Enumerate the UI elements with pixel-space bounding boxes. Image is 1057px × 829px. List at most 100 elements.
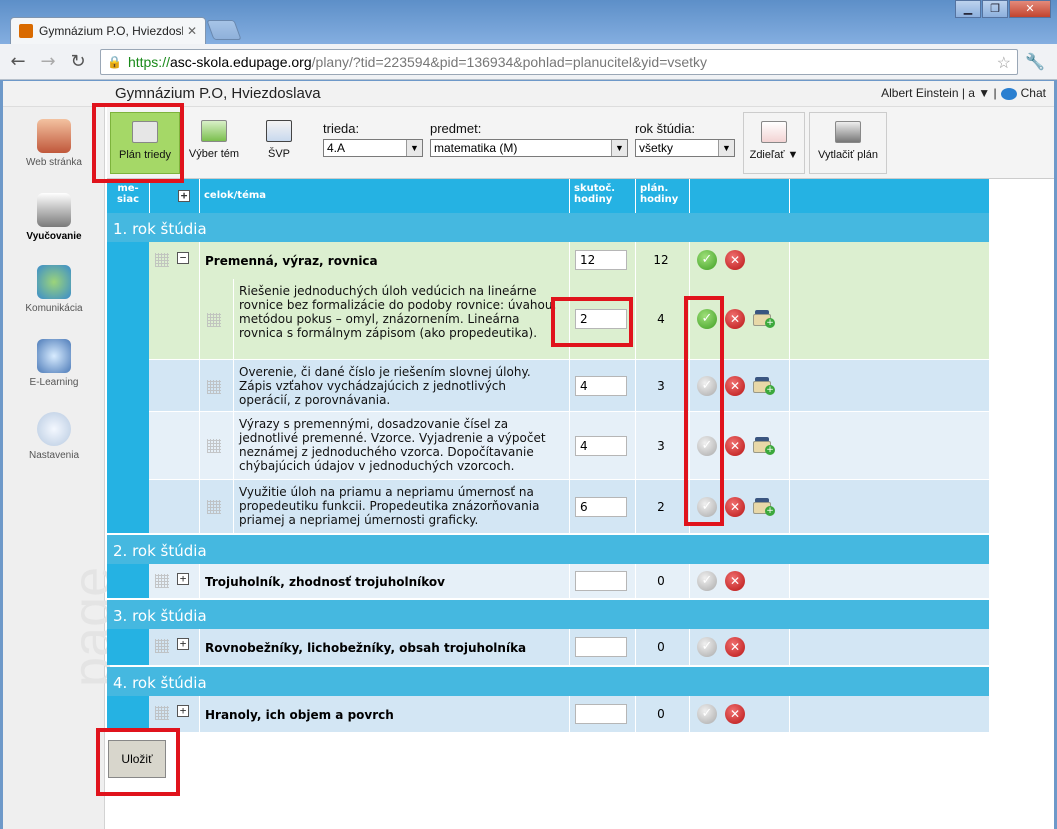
actual-hours-input[interactable] <box>575 704 627 724</box>
divider <box>199 360 200 411</box>
vyber-tem-button[interactable]: Výber tém <box>185 112 243 174</box>
divider <box>199 279 200 359</box>
delete-icon[interactable]: ✕ <box>725 497 745 517</box>
divider <box>569 242 570 279</box>
delete-icon[interactable]: ✕ <box>725 436 745 456</box>
add-resource-icon[interactable]: + <box>753 377 775 395</box>
actual-hours-input[interactable]: 4 <box>575 436 627 456</box>
drag-handle-icon[interactable] <box>207 380 221 394</box>
expand-icon[interactable]: + <box>177 638 189 650</box>
sidebar: Web stránka Vyučovanie Komunikácia E-Lea… <box>3 107 122 829</box>
planned-hours: 0 <box>657 574 665 588</box>
check-icon[interactable]: ✓ <box>697 704 717 724</box>
delete-icon[interactable]: ✕ <box>725 637 745 657</box>
vytlacit-button[interactable]: Vytlačiť plán <box>809 112 887 174</box>
url-scheme: https:// <box>127 54 170 70</box>
drag-handle-icon[interactable] <box>207 500 221 514</box>
drag-handle-icon[interactable] <box>155 574 169 588</box>
drag-handle-icon[interactable] <box>155 706 169 720</box>
reload-icon[interactable]: ↻ <box>66 51 90 72</box>
browser-titlebar: Gymnázium P.O, Hviezdoslava ✕ ▁ ❐ ✕ <box>0 0 1057 44</box>
zdielat-button[interactable]: Zdieľať ▼ <box>743 112 805 174</box>
drag-handle-icon[interactable] <box>155 253 169 267</box>
highlight-check-column <box>684 296 724 526</box>
minimize-button[interactable]: ▁ <box>955 0 981 18</box>
tab-close-icon[interactable]: ✕ <box>187 24 197 38</box>
user-menu[interactable]: Albert Einstein | a ▼ | Chat <box>881 86 1046 100</box>
drag-handle-icon[interactable] <box>155 639 169 653</box>
chat-icon[interactable] <box>1000 87 1017 100</box>
sidebar-item-nastavenia[interactable]: Nastavenia <box>3 412 105 461</box>
drag-handle-icon[interactable] <box>207 439 221 453</box>
unit-title: Rovnobežníky, lichobežníky, obsah trojuh… <box>205 641 527 655</box>
add-resource-icon[interactable]: + <box>753 498 775 516</box>
new-tab-button[interactable] <box>206 20 242 40</box>
planned-hours: 4 <box>657 312 665 326</box>
divider <box>569 412 570 479</box>
drag-handle-icon[interactable] <box>207 313 221 327</box>
divider <box>789 629 790 665</box>
back-arrow-icon[interactable]: ← <box>6 51 30 72</box>
trieda-select[interactable]: 4.A ▼ <box>323 139 423 157</box>
chat-link[interactable]: Chat <box>1021 86 1046 100</box>
delete-icon[interactable]: ✕ <box>725 704 745 724</box>
add-resource-icon[interactable]: + <box>753 310 775 328</box>
actual-hours-input[interactable]: 4 <box>575 376 627 396</box>
check-icon[interactable]: ✓ <box>697 250 717 270</box>
unit-title: Trojuholník, zhodnosť trojuholníkov <box>205 575 445 589</box>
planned-hours: 2 <box>657 500 665 514</box>
col-mesiac: me- siac <box>116 183 140 205</box>
delete-icon[interactable]: ✕ <box>725 376 745 396</box>
actual-hours-input[interactable] <box>575 571 627 591</box>
delete-icon[interactable]: ✕ <box>725 250 745 270</box>
sidebar-item-vyucovanie[interactable]: Vyučovanie <box>3 193 105 242</box>
add-resource-icon[interactable]: + <box>753 437 775 455</box>
forward-arrow-icon[interactable]: → <box>36 51 60 72</box>
check-icon[interactable]: ✓ <box>697 637 717 657</box>
gear-icon <box>37 412 71 446</box>
month-column <box>107 242 149 533</box>
col-expand: + <box>149 179 199 213</box>
collapse-icon[interactable]: − <box>177 252 189 264</box>
school-name: Gymnázium P.O, Hviezdoslava <box>115 85 321 102</box>
divider <box>689 242 690 279</box>
col-extra <box>789 179 989 213</box>
check-icon[interactable]: ✓ <box>697 571 717 591</box>
expand-all-icon[interactable]: + <box>178 190 190 202</box>
divider <box>635 412 636 479</box>
unit-row: + Hranoly, ich objem a povrch 0 ✓ ✕ <box>149 696 989 732</box>
browser-tab[interactable]: Gymnázium P.O, Hviezdoslava ✕ <box>10 17 206 44</box>
divider <box>569 360 570 411</box>
delete-icon[interactable]: ✕ <box>725 571 745 591</box>
user-name[interactable]: Albert Einstein | a ▼ | <box>881 86 997 100</box>
actual-hours-input[interactable]: 12 <box>575 250 627 270</box>
plan-toolbar: Plán triedy Výber tém ŠVP trieda: 4.A ▼ p… <box>107 107 1054 179</box>
bookmark-star-icon[interactable]: ☆ <box>997 53 1011 73</box>
svp-button[interactable]: ŠVP <box>255 112 303 174</box>
predmet-select[interactable]: matematika (M) ▼ <box>430 139 628 157</box>
delete-icon[interactable]: ✕ <box>725 309 745 329</box>
lock-icon: 🔒 <box>107 55 122 69</box>
year-row: 2. rok štúdia <box>107 535 989 564</box>
window-close-button[interactable]: ✕ <box>1009 0 1051 18</box>
expand-icon[interactable]: + <box>177 705 189 717</box>
sidebar-item-komunikacia[interactable]: Komunikácia <box>3 265 105 314</box>
topic-text: Výrazy s premennými, dosadzovanie čísel … <box>239 417 546 473</box>
actual-hours-input[interactable] <box>575 637 627 657</box>
address-bar[interactable]: 🔒 https://asc-skola.edupage.org/plany/?t… <box>100 49 1018 75</box>
maximize-button[interactable]: ❐ <box>982 0 1008 18</box>
topic-text: Overenie, či dané číslo je riešením slov… <box>239 365 531 407</box>
divider <box>199 480 200 533</box>
divider <box>789 564 790 598</box>
sidebar-item-web[interactable]: Web stránka <box>3 119 105 168</box>
divider <box>233 412 234 479</box>
month-column <box>107 629 149 665</box>
divider <box>789 412 790 479</box>
wrench-icon[interactable]: 🔧 <box>1025 52 1045 71</box>
divider <box>635 360 636 411</box>
rok-select[interactable]: všetky ▼ <box>635 139 735 157</box>
sidebar-item-elearning[interactable]: E-Learning <box>3 339 105 388</box>
divider <box>789 480 790 533</box>
actual-hours-input[interactable]: 6 <box>575 497 627 517</box>
expand-icon[interactable]: + <box>177 573 189 585</box>
